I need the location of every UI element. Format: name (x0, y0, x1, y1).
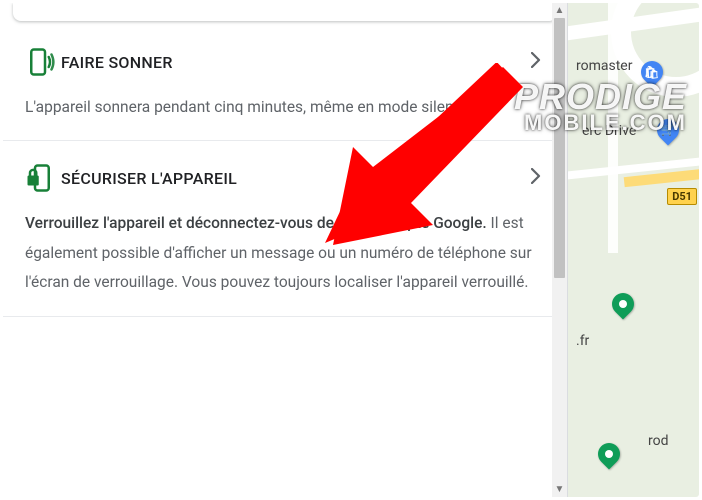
scrollbar[interactable]: ▲ ▼ (552, 3, 567, 497)
map-poi-label: .fr (576, 333, 589, 349)
section-secure-device[interactable]: SÉCURISER L'APPAREIL Verrouillez l'appar… (3, 141, 567, 316)
map-view[interactable]: D51 romaster 🛍 erc Drive 🛒 .fr rod (568, 3, 699, 497)
lock-phone-icon (25, 163, 61, 193)
actions-panel: FAIRE SONNER L'appareil sonnera pendant … (3, 3, 568, 497)
section-description: L'appareil sonnera pendant cinq minutes,… (25, 93, 545, 122)
section-title: FAIRE SONNER (61, 53, 531, 72)
section-header[interactable]: FAIRE SONNER (25, 47, 545, 77)
scroll-thumb[interactable] (554, 18, 565, 278)
map-pin-cart-icon[interactable]: 🛒 (652, 114, 683, 145)
previous-card-shadow (13, 3, 557, 21)
road-label-badge: D51 (667, 188, 697, 205)
scroll-up-icon[interactable]: ▲ (552, 3, 567, 18)
section-description: Verrouillez l'appareil et déconnectez-vo… (25, 209, 545, 297)
section-header[interactable]: SÉCURISER L'APPAREIL (25, 163, 545, 193)
map-pin-location-icon[interactable] (593, 438, 624, 469)
section-ring-device[interactable]: FAIRE SONNER L'appareil sonnera pendant … (3, 25, 567, 141)
scroll-down-icon[interactable]: ▼ (552, 482, 567, 497)
chevron-right-icon (531, 167, 545, 189)
map-poi-label: romaster (576, 58, 632, 74)
map-pin-location-icon[interactable] (607, 288, 638, 319)
section-title: SÉCURISER L'APPAREIL (61, 169, 531, 188)
chevron-right-icon (531, 51, 545, 73)
map-poi-label: erc Drive (582, 123, 636, 139)
ring-phone-icon (25, 47, 61, 77)
map-poi-label: rod (648, 433, 669, 449)
description-bold: Verrouillez l'appareil et déconnectez-vo… (25, 214, 487, 232)
